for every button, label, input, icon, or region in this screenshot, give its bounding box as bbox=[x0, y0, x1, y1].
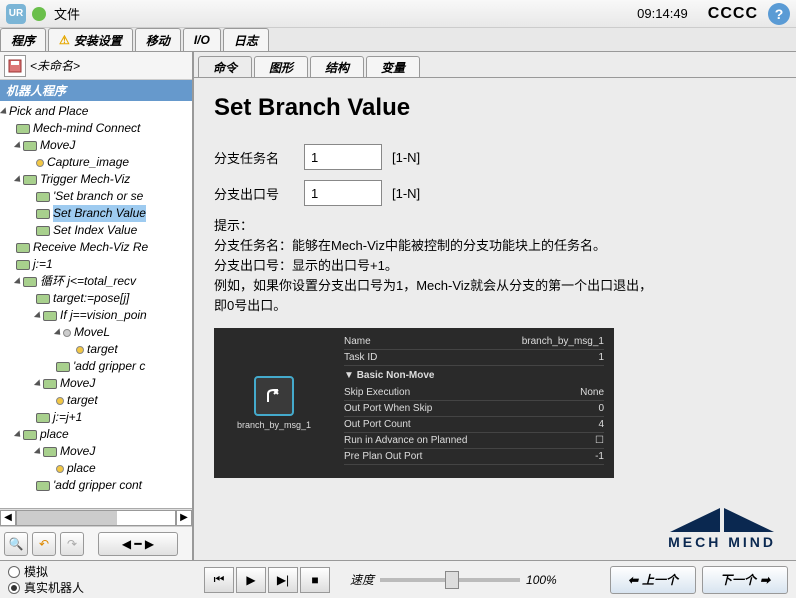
node-caption: branch_by_msg_1 bbox=[237, 420, 311, 430]
file-menu[interactable]: 文件 bbox=[54, 4, 80, 23]
next-button[interactable]: 下一个 ➡ bbox=[702, 566, 788, 594]
properties-panel: branch_by_msg_1 Namebranch_by_msg_1 Task… bbox=[214, 328, 614, 478]
ur-logo-icon: UR bbox=[6, 4, 26, 24]
tree-node[interactable]: MoveJ bbox=[60, 443, 95, 460]
tree-header: 机器人程序 bbox=[0, 80, 192, 101]
speed-label: 速度 bbox=[350, 571, 374, 588]
branch-port-range: [1-N] bbox=[392, 186, 420, 201]
tree-node[interactable]: target:=pose[j] bbox=[53, 290, 129, 307]
program-tree[interactable]: Pick and Place Mech-mind Connect MoveJ C… bbox=[0, 101, 192, 508]
tree-node[interactable]: 'add gripper c bbox=[73, 358, 145, 375]
left-pane: <未命名> 机器人程序 Pick and Place Mech-mind Con… bbox=[0, 52, 194, 560]
tree-hscroll[interactable]: ◀ ▶ bbox=[0, 508, 192, 526]
sim-label: 模拟 bbox=[24, 564, 48, 580]
branch-port-input[interactable] bbox=[304, 180, 382, 206]
speed-slider[interactable] bbox=[380, 578, 520, 582]
tree-node[interactable]: target bbox=[87, 341, 118, 358]
tree-node[interactable]: Trigger Mech-Viz bbox=[40, 171, 130, 188]
tree-node[interactable]: place bbox=[40, 426, 69, 443]
play-icon[interactable]: ▶ bbox=[236, 567, 266, 593]
tree-node[interactable]: 循环 j<=total_recv bbox=[40, 273, 136, 290]
redo-icon[interactable]: ↷ bbox=[60, 532, 84, 556]
subtab-graphics[interactable]: 图形 bbox=[254, 56, 308, 78]
stop-icon[interactable]: ■ bbox=[300, 567, 330, 593]
page-title: Set Branch Value bbox=[214, 94, 776, 122]
real-radio[interactable] bbox=[8, 582, 20, 594]
sub-tabs: 命令 图形 结构 变量 bbox=[194, 52, 796, 78]
tree-node[interactable]: MoveL bbox=[74, 324, 110, 341]
branch-port-label: 分支出口号 bbox=[214, 184, 304, 203]
help-icon[interactable]: ? bbox=[768, 3, 790, 25]
right-pane: 命令 图形 结构 变量 Set Branch Value 分支任务名 [1-N]… bbox=[194, 52, 796, 560]
branch-name-range: [1-N] bbox=[392, 150, 420, 165]
tab-io[interactable]: I/O bbox=[183, 28, 221, 51]
hint-text: 提示： 分支任务名：能够在Mech-Viz中能被控制的分支功能块上的任务名。 分… bbox=[214, 216, 776, 316]
branch-node-icon bbox=[254, 376, 294, 416]
tree-node[interactable]: j:=1 bbox=[33, 256, 53, 273]
sim-radio[interactable] bbox=[8, 566, 20, 578]
scroll-thumb[interactable] bbox=[17, 511, 117, 525]
command-content: Set Branch Value 分支任务名 [1-N] 分支出口号 [1-N]… bbox=[194, 77, 796, 560]
speed-value: 100% bbox=[526, 573, 557, 587]
subtab-command[interactable]: 命令 bbox=[198, 56, 252, 78]
subtab-variables[interactable]: 变量 bbox=[366, 56, 420, 78]
tree-node[interactable]: 'add gripper cont bbox=[53, 477, 142, 494]
tree-node[interactable]: MoveJ bbox=[40, 137, 75, 154]
prev-button[interactable]: ⬅ 上一个 bbox=[610, 566, 696, 594]
tab-program[interactable]: 程序 bbox=[0, 28, 46, 51]
search-icon[interactable]: 🔍 bbox=[4, 532, 28, 556]
status-dot-icon bbox=[32, 7, 46, 21]
tab-install[interactable]: ⚠ 安装设置 bbox=[48, 28, 133, 51]
tree-node[interactable]: place bbox=[67, 460, 96, 477]
tree-node[interactable]: If j==vision_poin bbox=[60, 307, 147, 324]
title-bar: UR 文件 09:14:49 CCCC ? bbox=[0, 0, 796, 28]
branch-name-input[interactable] bbox=[304, 144, 382, 170]
tab-move[interactable]: 移动 bbox=[135, 28, 181, 51]
bottom-bar: 模拟 真实机器人 ⏮ ▶ ▶| ■ 速度 100% ⬅ 上一个 下一个 ➡ bbox=[0, 560, 796, 598]
tree-node[interactable]: MoveJ bbox=[60, 375, 95, 392]
play-start-icon[interactable]: ⏮ bbox=[204, 567, 234, 593]
cccc-label: CCCC bbox=[708, 5, 758, 23]
tree-node[interactable]: target bbox=[67, 392, 98, 409]
tree-node-selected[interactable]: Set Branch Value bbox=[53, 205, 146, 222]
scroll-right-icon[interactable]: ▶ bbox=[176, 510, 192, 526]
tab-log[interactable]: 日志 bbox=[223, 28, 269, 51]
program-name: <未命名> bbox=[30, 57, 80, 74]
play-step-icon[interactable]: ▶| bbox=[268, 567, 298, 593]
disk-icon[interactable] bbox=[4, 55, 26, 77]
tab-install-label: 安装设置 bbox=[74, 32, 122, 49]
branch-name-label: 分支任务名 bbox=[214, 148, 304, 167]
clock: 09:14:49 bbox=[637, 6, 688, 21]
scroll-left-icon[interactable]: ◀ bbox=[0, 510, 16, 526]
real-label: 真实机器人 bbox=[24, 580, 84, 596]
tree-node[interactable]: j:=j+1 bbox=[53, 409, 82, 426]
tree-toolbar: 🔍 ↶ ↷ ◀ ━ ▶ bbox=[0, 526, 192, 560]
main-tabs: 程序 ⚠ 安装设置 移动 I/O 日志 bbox=[0, 28, 796, 52]
tree-node[interactable]: 'Set branch or se bbox=[53, 188, 143, 205]
undo-icon[interactable]: ↶ bbox=[32, 532, 56, 556]
tree-node[interactable]: Capture_image bbox=[47, 154, 129, 171]
mech-mind-logo: MECH MIND bbox=[668, 508, 776, 550]
tree-node[interactable]: Mech-mind Connect bbox=[33, 120, 140, 137]
nav-arrows[interactable]: ◀ ━ ▶ bbox=[98, 532, 178, 556]
subtab-structure[interactable]: 结构 bbox=[310, 56, 364, 78]
tree-node[interactable]: Receive Mech-Viz Re bbox=[33, 239, 148, 256]
warning-icon: ⚠ bbox=[59, 33, 70, 47]
tree-node[interactable]: Set Index Value bbox=[53, 222, 137, 239]
tree-node[interactable]: Pick and Place bbox=[9, 103, 88, 120]
